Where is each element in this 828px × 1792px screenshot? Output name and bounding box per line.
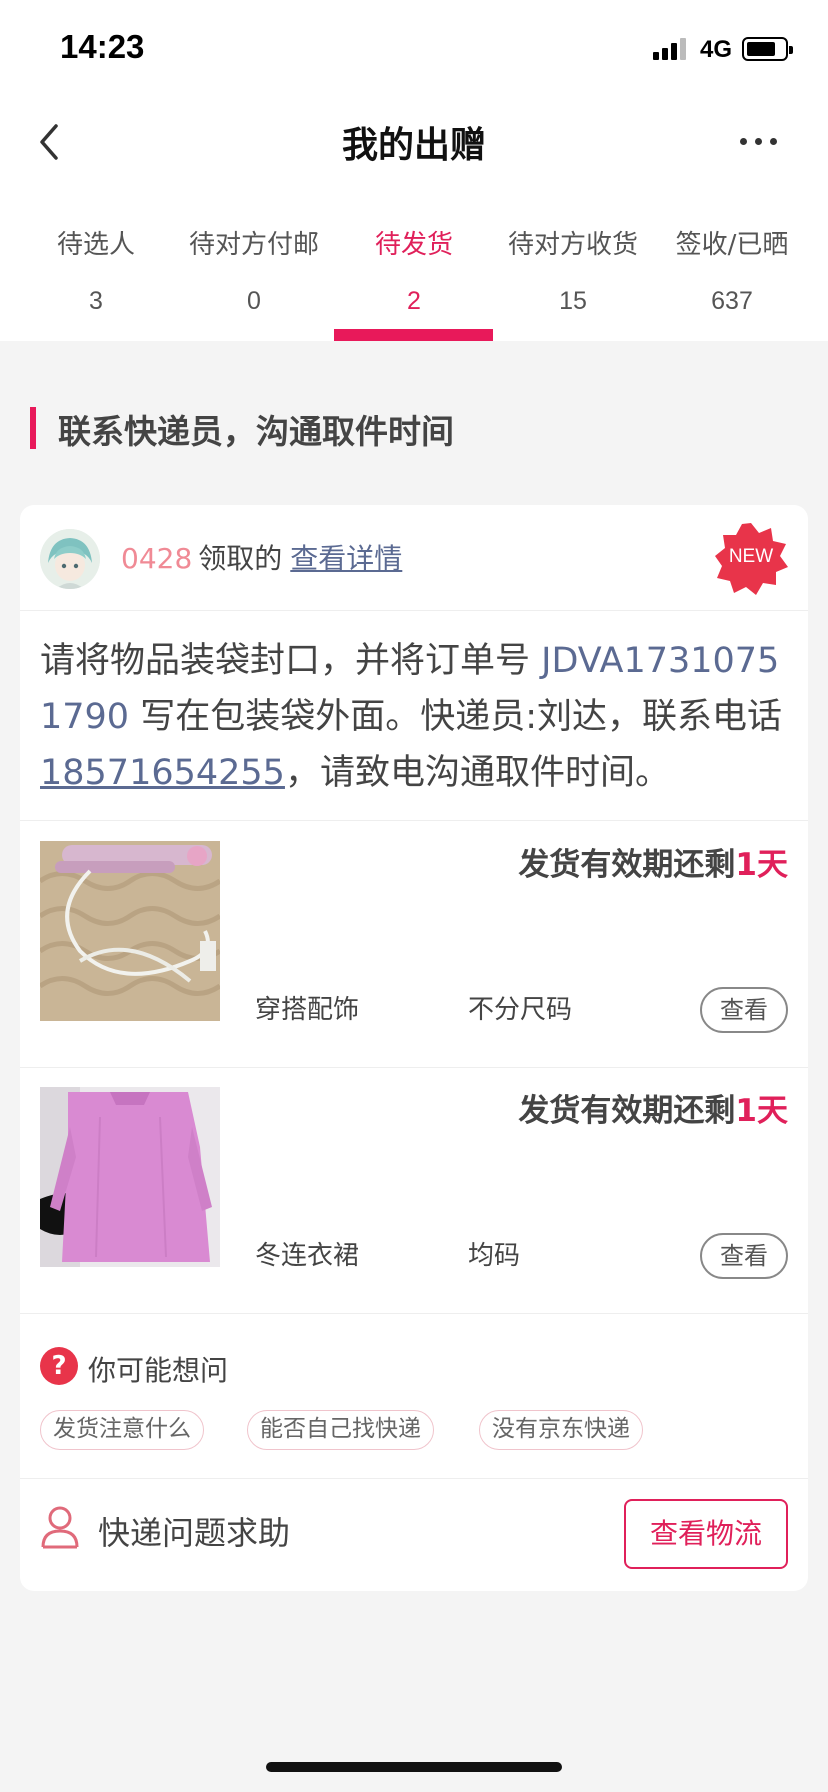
tab-pending-selection[interactable]: 待选人 3 xyxy=(16,186,176,341)
courier-help-link[interactable]: 快递问题求助 xyxy=(98,1508,290,1554)
tab-count: 3 xyxy=(89,287,103,315)
active-tab-indicator xyxy=(334,329,493,341)
item-thumbnail[interactable] xyxy=(40,841,220,1021)
tab-label: 待对方付邮 xyxy=(188,230,319,260)
tab-pending-receipt[interactable]: 待对方收货 15 xyxy=(493,186,653,341)
more-options-icon[interactable] xyxy=(740,134,780,148)
tab-received-shared[interactable]: 签收/已晒 637 xyxy=(652,186,812,341)
instruction-text: 写在包装袋外面。快递员:刘达，联系电话 xyxy=(129,697,782,737)
item-category: 穿搭配饰 xyxy=(255,995,360,1025)
deadline-days: 1天 xyxy=(735,847,788,883)
item-thumbnail[interactable] xyxy=(40,1087,220,1267)
nav-bar: 我的出赠 xyxy=(0,96,828,186)
instruction-text: ，请致电沟通取件时间。 xyxy=(284,753,670,793)
avatar[interactable] xyxy=(40,529,100,589)
view-item-button[interactable]: 查看 xyxy=(700,987,788,1033)
tab-pending-shipment[interactable]: 待发货 2 xyxy=(334,186,494,341)
section-accent-bar xyxy=(30,407,36,449)
section-title: 联系快递员，沟通取件时间 xyxy=(58,412,454,451)
question-icon: ? xyxy=(40,1347,78,1385)
status-bar: 14:23 4G xyxy=(0,0,828,96)
network-type: 4G xyxy=(700,36,733,63)
tab-label: 待发货 xyxy=(374,230,453,260)
status-time: 14:23 xyxy=(60,28,145,65)
item-size: 不分尺码 xyxy=(468,995,573,1025)
deadline-text: 发货有效期还剩 xyxy=(518,1093,736,1129)
signal-icon xyxy=(653,38,691,60)
deadline-text: 发货有效期还剩 xyxy=(518,847,736,883)
claimer-id: 0428 xyxy=(121,542,193,575)
shipping-deadline: 发货有效期还剩1天 xyxy=(518,839,788,884)
faq-title: 你可能想问 xyxy=(88,1354,229,1387)
tab-count: 15 xyxy=(559,287,587,315)
tab-label: 签收/已晒 xyxy=(675,230,789,260)
faq-chip[interactable]: 发货注意什么 xyxy=(40,1410,204,1450)
faq-chip[interactable]: 没有京东快递 xyxy=(479,1410,643,1450)
view-item-button[interactable]: 查看 xyxy=(700,1233,788,1279)
claim-text: 领取的 xyxy=(198,542,283,575)
card-header: 0428 领取的 查看详情 NEW xyxy=(20,505,808,611)
item-size: 均码 xyxy=(468,1241,521,1271)
home-indicator xyxy=(266,1762,562,1772)
battery-icon xyxy=(742,37,793,61)
view-logistics-button[interactable]: 查看物流 xyxy=(624,1499,788,1569)
shipping-instruction: 请将物品装袋封口，并将订单号 JDVA17310751790 写在包装袋外面。快… xyxy=(40,633,800,801)
order-card: 0428 领取的 查看详情 NEW 请将物品装袋封口，并将订单号 JDVA17310… xyxy=(20,505,808,1591)
shipping-deadline: 发货有效期还剩1天 xyxy=(518,1085,788,1130)
new-badge-label: NEW xyxy=(728,546,774,567)
faq-chip[interactable]: 能否自己找快递 xyxy=(247,1410,434,1450)
item-category: 冬连衣裙 xyxy=(255,1241,360,1271)
tab-pending-postage[interactable]: 待对方付邮 0 xyxy=(174,186,334,341)
tab-count: 0 xyxy=(247,287,261,315)
view-details-link[interactable]: 查看详情 xyxy=(290,542,402,575)
deadline-days: 1天 xyxy=(735,1093,788,1129)
claim-info: 0428 领取的 查看详情 xyxy=(121,537,402,577)
new-badge: NEW xyxy=(713,521,789,597)
status-tabs: 待选人 3 待对方付邮 0 待发货 2 待对方收货 15 签收/已晒 637 xyxy=(0,186,828,341)
gift-item: 发货有效期还剩1天 冬连衣裙 均码 查看 xyxy=(20,1067,808,1313)
tab-label: 待选人 xyxy=(56,230,135,260)
tab-count: 2 xyxy=(407,287,421,315)
page-title: 我的出赠 xyxy=(341,125,486,166)
tab-label: 待对方收货 xyxy=(507,230,638,260)
divider xyxy=(20,1313,808,1314)
instruction-text: 请将物品装袋封口，并将订单号 xyxy=(40,641,542,681)
person-icon[interactable] xyxy=(40,1505,80,1549)
courier-phone-link[interactable]: 18571654255 xyxy=(40,753,285,793)
tab-count: 637 xyxy=(711,287,753,315)
divider xyxy=(20,1478,808,1479)
gift-item: 发货有效期还剩1天 穿搭配饰 不分尺码 查看 xyxy=(20,821,808,1067)
